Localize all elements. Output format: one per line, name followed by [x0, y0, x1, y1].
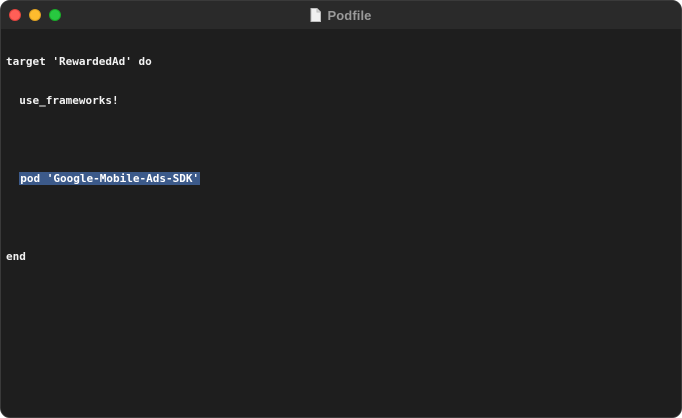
editor-window: Podfile target 'RewardedAd' do use_frame…: [0, 0, 682, 418]
code-line-3[interactable]: [6, 133, 200, 146]
code-line-2[interactable]: use_frameworks!: [6, 94, 200, 107]
code-line-6[interactable]: end: [6, 250, 200, 263]
minimize-button[interactable]: [29, 9, 41, 21]
zoom-button[interactable]: [49, 9, 61, 21]
selected-text[interactable]: pod 'Google-Mobile-Ads-SDK': [19, 172, 201, 185]
document-icon: [310, 8, 322, 22]
code-area[interactable]: target 'RewardedAd' do use_frameworks! p…: [6, 29, 201, 289]
code-line-5[interactable]: [6, 211, 200, 224]
code-line-4[interactable]: pod 'Google-Mobile-Ads-SDK': [6, 172, 201, 185]
text-editor[interactable]: target 'RewardedAd' do use_frameworks! p…: [1, 29, 681, 417]
close-button[interactable]: [9, 9, 21, 21]
title-bar[interactable]: Podfile: [1, 1, 681, 29]
code-line-1[interactable]: target 'RewardedAd' do: [6, 55, 200, 68]
window-title: Podfile: [327, 7, 372, 23]
window-title-area: Podfile: [1, 1, 681, 29]
